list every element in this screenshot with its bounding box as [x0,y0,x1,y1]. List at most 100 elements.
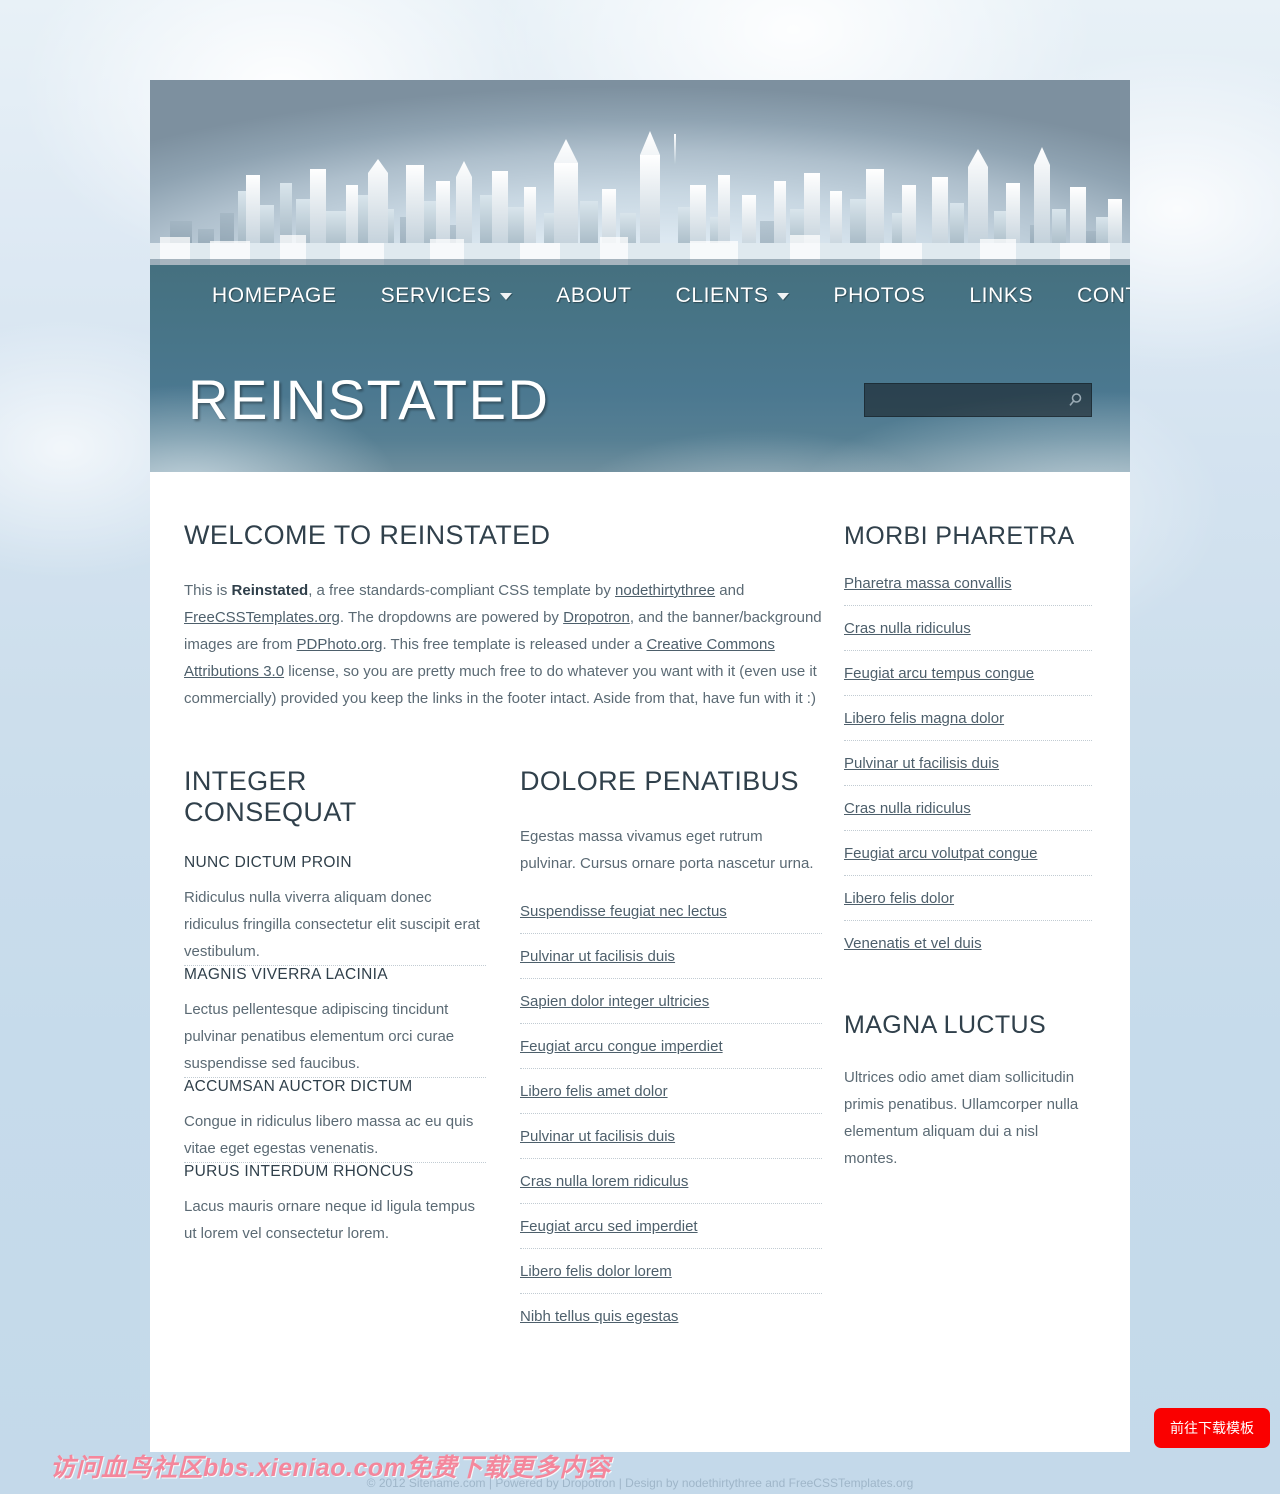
city-skyline-illustration [150,131,1130,265]
site-title: REINSTATED [188,367,550,431]
magna-luctus-title: MAGNA LUCTUS [844,1011,1047,1039]
list-item: Venenatis et vel duis [844,920,1092,965]
dolore-link[interactable]: Nibh tellus quis egestas [520,1294,822,1338]
morbi-pharetra-title: MORBI PHARETRA [844,522,1075,550]
sidebar-link[interactable]: Feugiat arcu tempus congue [844,651,1092,695]
nav-label: ABOUT [556,284,632,307]
list-item: Pulvinar ut facilisis duis [844,740,1092,785]
sidebar: MORBI PHARETRA Pharetra massa convallis … [844,520,1092,1392]
list-item: Pharetra massa convallis [844,575,1092,605]
dolore-link[interactable]: Feugiat arcu sed imperdiet [520,1204,822,1248]
page-title: WELCOME TO REINSTATED [184,520,551,550]
feature-heading: ACCUMSAN AUCTOR DICTUM [184,1078,413,1095]
site-shell: HOMEPAGE SERVICES ABOUT CLIENTS PHOTOS L… [150,80,1130,1452]
title-row: REINSTATED [150,327,1130,472]
list-item: Nibh tellus quis egestas [520,1293,822,1338]
link-dropotron[interactable]: Dropotron [563,609,630,626]
chevron-down-icon [777,292,790,300]
list-item: Libero felis dolor lorem [520,1248,822,1293]
magna-luctus-text: Ultrices odio amet diam sollicitudin pri… [844,1069,1079,1167]
sidebar-link[interactable]: Libero felis dolor [844,876,1092,920]
nav-item-photos[interactable]: PHOTOS [811,280,947,312]
dolore-link[interactable]: Feugiat arcu congue imperdiet [520,1024,822,1068]
intro-text: . The dropdowns are powered by [339,609,564,626]
integer-consequat-section: INTEGER CONSEQUAT NUNC DICTUM PROIN Ridi… [184,766,486,1338]
main-navigation: HOMEPAGE SERVICES ABOUT CLIENTS PHOTOS L… [150,265,1130,327]
feature-heading: MAGNIS VIVERRA LACINIA [184,966,388,983]
feature-text: Ridiculus nulla viverra aliquam donec ri… [184,889,480,960]
list-item: Feugiat arcu congue imperdiet [520,1023,822,1068]
intro-text: . This free template is released under a [382,636,647,653]
dolore-penatibus-title: DOLORE PENATIBUS [520,766,799,796]
magna-luctus-section: MAGNA LUCTUS Ultrices odio amet diam sol… [844,1011,1092,1172]
nav-label: CONTACT [1077,284,1130,307]
intro-text: This is [184,582,232,599]
sidebar-link[interactable]: Cras nulla ridiculus [844,786,1092,830]
banner-image [150,80,1130,265]
sidebar-link[interactable]: Feugiat arcu volutpat congue [844,831,1092,875]
list-item: Libero felis amet dolor [520,1068,822,1113]
nav-label: PHOTOS [833,284,926,307]
search-button[interactable] [1066,391,1084,409]
dolore-link[interactable]: Cras nulla lorem ridiculus [520,1159,822,1203]
sidebar-link[interactable]: Venenatis et vel duis [844,921,1092,965]
nav-label: HOMEPAGE [212,284,337,307]
search-box[interactable] [864,382,1092,417]
nav-label: LINKS [969,284,1034,307]
feature-heading: PURUS INTERDUM RHONCUS [184,1163,414,1180]
search-input[interactable] [865,383,1091,416]
list-item: Pulvinar ut facilisis duis [520,1113,822,1158]
dolore-link[interactable]: Pulvinar ut facilisis duis [520,934,822,978]
link-freecsstemplates[interactable]: FreeCSSTemplates.org [184,609,340,626]
integer-consequat-title: INTEGER CONSEQUAT [184,766,357,827]
intro-text: , a free standards-compliant CSS templat… [308,582,616,599]
chevron-down-icon [500,292,513,300]
header-block: HOMEPAGE SERVICES ABOUT CLIENTS PHOTOS L… [150,265,1130,472]
list-item: Suspendisse feugiat nec lectus [520,903,822,933]
list-item: ACCUMSAN AUCTOR DICTUM Congue in ridicul… [184,1077,486,1162]
list-item: NUNC DICTUM PROIN Ridiculus nulla viverr… [184,854,486,965]
feature-heading: NUNC DICTUM PROIN [184,854,352,871]
nav-item-about[interactable]: ABOUT [534,280,653,312]
feature-text: Lacus mauris ornare neque id ligula temp… [184,1198,475,1242]
morbi-pharetra-link-list: Pharetra massa convallis Cras nulla ridi… [844,575,1092,965]
list-item: Feugiat arcu sed imperdiet [520,1203,822,1248]
list-item: PURUS INTERDUM RHONCUS Lacus mauris orna… [184,1162,486,1247]
main-column: WELCOME TO REINSTATED This is Reinstated… [184,520,844,1392]
nav-label: SERVICES [380,284,492,307]
list-item: Cras nulla lorem ridiculus [520,1158,822,1203]
feature-text: Congue in ridiculus libero massa ac eu q… [184,1113,474,1157]
intro-text: and [715,582,745,599]
nav-item-contact[interactable]: CONTACT [1055,280,1130,312]
dolore-link[interactable]: Libero felis dolor lorem [520,1249,822,1293]
list-item: Feugiat arcu volutpat congue [844,830,1092,875]
nav-item-links[interactable]: LINKS [947,280,1055,312]
two-column-row: INTEGER CONSEQUAT NUNC DICTUM PROIN Ridi… [184,766,822,1338]
sidebar-link[interactable]: Pulvinar ut facilisis duis [844,741,1092,785]
dolore-link[interactable]: Libero felis amet dolor [520,1069,822,1113]
nav-label: CLIENTS [675,284,769,307]
dolore-link[interactable]: Pulvinar ut facilisis duis [520,1114,822,1158]
list-item: Libero felis dolor [844,875,1092,920]
nav-item-services[interactable]: SERVICES [359,280,535,312]
dolore-link-list: Suspendisse feugiat nec lectus Pulvinar … [520,903,822,1338]
intro-paragraph: This is Reinstated, a free standards-com… [184,577,822,712]
site-watermark: 访问血鸟社区bbs.xieniao.com免费下载更多内容 [50,1454,611,1482]
dolore-link[interactable]: Sapien dolor integer ultricies [520,979,822,1023]
sidebar-link[interactable]: Libero felis magna dolor [844,696,1092,740]
nav-item-clients[interactable]: CLIENTS [654,280,812,312]
intro-bold: Reinstated [231,582,309,599]
sidebar-link[interactable]: Pharetra massa convallis [844,575,1092,605]
list-item: Sapien dolor integer ultricies [520,978,822,1023]
link-pdphoto[interactable]: PDPhoto.org [297,636,383,653]
dolore-intro-text: Egestas massa vivamus eget rutrum pulvin… [520,828,814,872]
link-nodethirtythree[interactable]: nodethirtythree [615,582,715,599]
dolore-link[interactable]: Suspendisse feugiat nec lectus [520,903,822,933]
dolore-penatibus-section: DOLORE PENATIBUS Egestas massa vivamus e… [520,766,822,1338]
sidebar-link[interactable]: Cras nulla ridiculus [844,606,1092,650]
nav-item-homepage[interactable]: HOMEPAGE [190,280,359,312]
content-panel: WELCOME TO REINSTATED This is Reinstated… [150,472,1130,1452]
download-template-button[interactable]: 前往下载模板 [1154,1408,1270,1448]
morbi-pharetra-section: MORBI PHARETRA Pharetra massa convallis … [844,522,1092,965]
list-item: Feugiat arcu tempus congue [844,650,1092,695]
